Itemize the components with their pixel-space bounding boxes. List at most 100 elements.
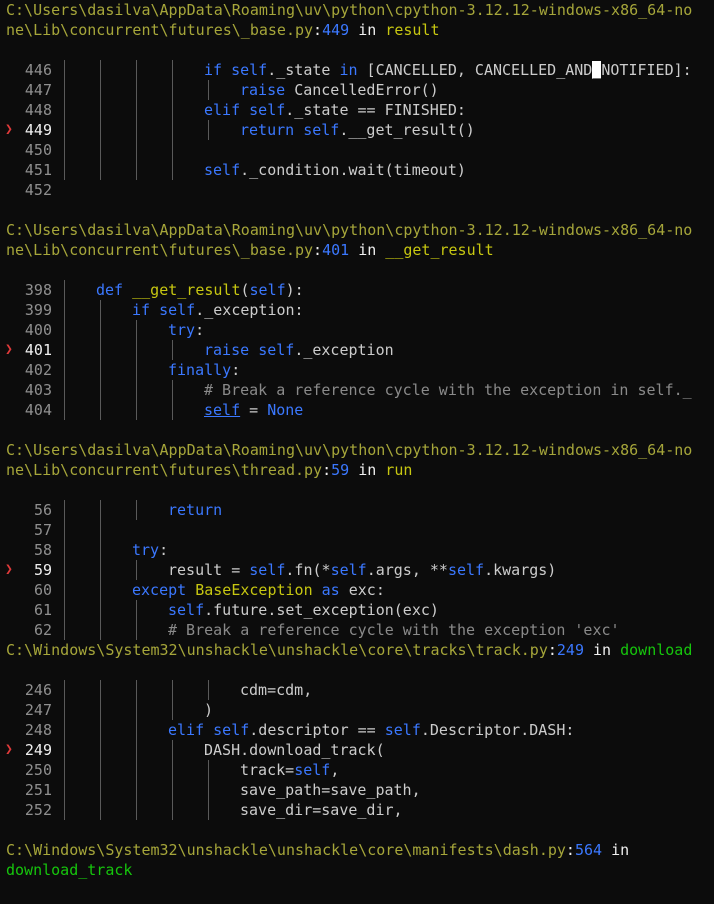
code-token: self — [231, 61, 268, 79]
code-token: : — [195, 321, 205, 339]
indent-guide — [172, 740, 173, 760]
code-token: self — [258, 341, 295, 359]
code-line: ❯ 449 return self.__get_result() — [0, 120, 714, 140]
error-line-number: 249 — [556, 641, 584, 659]
line-number: 247 — [24, 701, 52, 719]
frame-path-line: C:\Windows\System32\unshackle\unshackle\… — [6, 640, 692, 660]
code-token: : — [231, 361, 241, 379]
code-token: self — [204, 401, 241, 419]
code-token: # Break a reference cycle with the excep… — [204, 381, 692, 399]
current-line-marker: ❯ — [5, 122, 13, 137]
code-token: BaseException — [195, 581, 313, 599]
indent-guide — [64, 680, 65, 700]
current-line-marker: ❯ — [5, 342, 13, 357]
code-text: raise self._exception — [204, 340, 394, 360]
code-text: def __get_result(self): — [96, 280, 304, 300]
code-line: ❯ 249 DASH.download_track( — [0, 740, 714, 760]
code-text: except BaseException as exc: — [132, 580, 385, 600]
file-path: C:\Users\dasilva\AppData\Roaming\uv\pyth… — [6, 1, 693, 19]
code-token: except — [132, 581, 196, 599]
indent-guide — [136, 620, 137, 640]
indent-guide — [136, 60, 137, 80]
code-token: try — [132, 541, 160, 559]
line-number: 57 — [33, 521, 52, 539]
code-token: : — [159, 541, 169, 559]
colon: : — [313, 21, 323, 39]
code-token: self — [294, 761, 331, 779]
code-token: ): — [285, 281, 304, 299]
indent-guide — [172, 120, 173, 140]
line-number: 248 — [24, 721, 52, 739]
indent-guide — [136, 740, 137, 760]
code-token: in — [339, 61, 358, 79]
indent-guide — [208, 80, 209, 100]
in-keyword: in — [593, 641, 612, 659]
in-keyword: in — [358, 241, 377, 259]
frame-path-line: ne\Lib\concurrent\futures\_base.py:449 i… — [6, 20, 439, 40]
error-line-number: 449 — [322, 21, 350, 39]
code-text: save_dir=save_dir, — [240, 800, 403, 820]
code-token: ( — [240, 281, 250, 299]
indent-guide — [172, 760, 173, 780]
line-number: 403 — [24, 381, 52, 399]
code-line: 451 self._condition.wait(timeout) — [0, 160, 714, 180]
file-path: C:\Users\dasilva\AppData\Roaming\uv\pyth… — [6, 441, 693, 459]
function-name: __get_result — [385, 241, 494, 259]
function-name: download — [620, 641, 693, 659]
code-line: 446 if self._state in [CANCELLED, CANCELL… — [0, 60, 714, 80]
colon: : — [547, 641, 557, 659]
code-text: try: — [168, 320, 204, 340]
in-keyword: in — [358, 461, 377, 479]
indent-guide — [100, 520, 101, 540]
indent-guide — [64, 300, 65, 320]
line-number: 400 — [24, 321, 52, 339]
indent-guide — [64, 580, 65, 600]
code-text: try: — [132, 540, 168, 560]
code-text: if self._exception: — [132, 300, 304, 320]
code-token: self — [384, 721, 421, 739]
code-token: ._state — [267, 61, 340, 79]
code-token: cdm=cdm, — [240, 681, 313, 699]
indent-guide — [172, 700, 173, 720]
indent-guide — [64, 120, 65, 140]
frame-path-line: ne\Lib\concurrent\futures\thread.py:59 i… — [6, 460, 412, 480]
line-number: 252 — [24, 801, 52, 819]
indent-guide — [64, 700, 65, 720]
code-text: raise CancelledError() — [240, 80, 439, 100]
code-text: # Break a reference cycle with the excep… — [168, 620, 620, 640]
code-token: .future.set_exception(exc) — [204, 601, 439, 619]
code-token: self — [330, 561, 367, 579]
line-number: 451 — [24, 161, 52, 179]
code-text: # Break a reference cycle with the excep… — [204, 380, 692, 400]
error-line-number: 564 — [574, 841, 603, 859]
code-token: result = — [168, 561, 250, 579]
indent-guide — [100, 720, 101, 740]
code-line: 250 track=self, — [0, 760, 714, 780]
indent-guide — [100, 60, 101, 80]
indent-guide — [136, 160, 137, 180]
code-line: 56 return — [0, 500, 714, 520]
code-token: raise — [204, 341, 259, 359]
code-token: DASH.download_track( — [204, 741, 385, 759]
colon: : — [313, 241, 323, 259]
indent-guide — [100, 600, 101, 620]
code-token: ._condition.wait(timeout) — [240, 161, 466, 179]
indent-guide — [208, 780, 209, 800]
code-line: 252 save_dir=save_dir, — [0, 800, 714, 820]
code-text: result = self.fn(*self.args, **self.kwar… — [168, 560, 556, 580]
indent-guide — [136, 700, 137, 720]
indent-guide — [136, 600, 137, 620]
indent-guide — [64, 600, 65, 620]
code-token: __get_result — [132, 281, 241, 299]
indent-guide — [100, 400, 101, 420]
colon: : — [322, 461, 332, 479]
indent-guide — [208, 680, 209, 700]
line-number: 58 — [33, 541, 52, 559]
code-token: self — [249, 101, 286, 119]
